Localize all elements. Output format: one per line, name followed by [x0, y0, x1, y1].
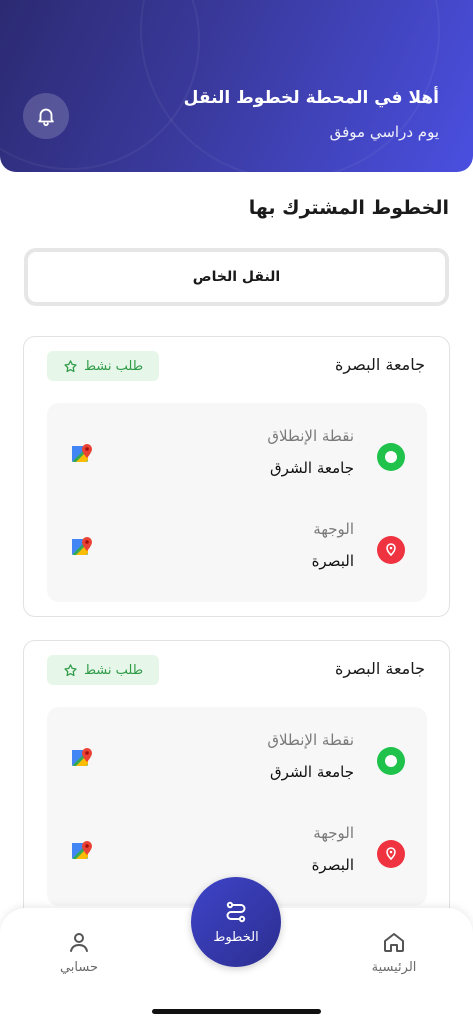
section-title: الخطوط المشترك بها [248, 197, 449, 219]
home-icon [384, 933, 404, 952]
welcome-title: أهلا في المحطة لخطوط النقل [183, 88, 439, 108]
google-maps-icon[interactable] [71, 840, 93, 862]
star-icon [64, 663, 77, 676]
home-indicator [152, 1009, 321, 1014]
google-maps-icon[interactable] [71, 443, 93, 465]
nav-routes-label: الخطوط [213, 929, 259, 945]
destination-row: الوجهة البصرة [47, 520, 427, 600]
route-details: نقطة الإنطلاق جامعة الشرق الوجهة البصرة [47, 403, 427, 602]
nav-home[interactable]: الرئيسية [354, 930, 434, 975]
nav-account-label: حسابي [59, 960, 99, 975]
route-title: جامعة البصرة [335, 355, 425, 374]
google-maps-icon[interactable] [71, 747, 93, 769]
status-badge: طلب نشط [47, 655, 159, 685]
destination-label: الوجهة [313, 520, 354, 538]
destination-label: الوجهة [313, 824, 354, 842]
origin-dot-icon [377, 747, 405, 775]
origin-row: نقطة الإنطلاق جامعة الشرق [47, 427, 427, 507]
origin-dot-icon [377, 443, 405, 471]
transport-type-label: النقل الخاص [192, 269, 281, 285]
nav-routes-button[interactable]: الخطوط [191, 877, 281, 967]
route-title: جامعة البصرة [335, 659, 425, 678]
transport-type-button[interactable]: النقل الخاص [24, 248, 449, 306]
origin-row: نقطة الإنطلاق جامعة الشرق [47, 731, 427, 811]
badge-label: طلب نشط [83, 662, 144, 678]
badge-label: طلب نشط [83, 358, 144, 374]
notification-button[interactable] [23, 93, 69, 139]
status-badge: طلب نشط [47, 351, 159, 381]
nav-account[interactable]: حسابي [39, 930, 119, 975]
destination-value: البصرة [311, 856, 354, 874]
star-icon [64, 359, 77, 372]
nav-home-label: الرئيسية [371, 960, 417, 975]
bell-icon [38, 108, 54, 127]
origin-value: جامعة الشرق [270, 763, 354, 781]
route-icon [226, 901, 246, 922]
user-icon [70, 933, 88, 952]
header-decoration [140, 0, 440, 172]
origin-value: جامعة الشرق [270, 459, 354, 477]
origin-label: نقطة الإنطلاق [267, 427, 354, 445]
google-maps-icon[interactable] [71, 536, 93, 558]
location-pin-icon [377, 536, 405, 564]
header: أهلا في المحطة لخطوط النقل يوم دراسي موف… [0, 0, 473, 172]
destination-value: البصرة [311, 552, 354, 570]
route-card[interactable]: جامعة البصرة طلب نشط نقطة الإنطلاق جامعة… [23, 336, 450, 617]
origin-label: نقطة الإنطلاق [267, 731, 354, 749]
location-pin-icon [377, 840, 405, 868]
welcome-subtitle: يوم دراسي موفق [329, 123, 439, 141]
